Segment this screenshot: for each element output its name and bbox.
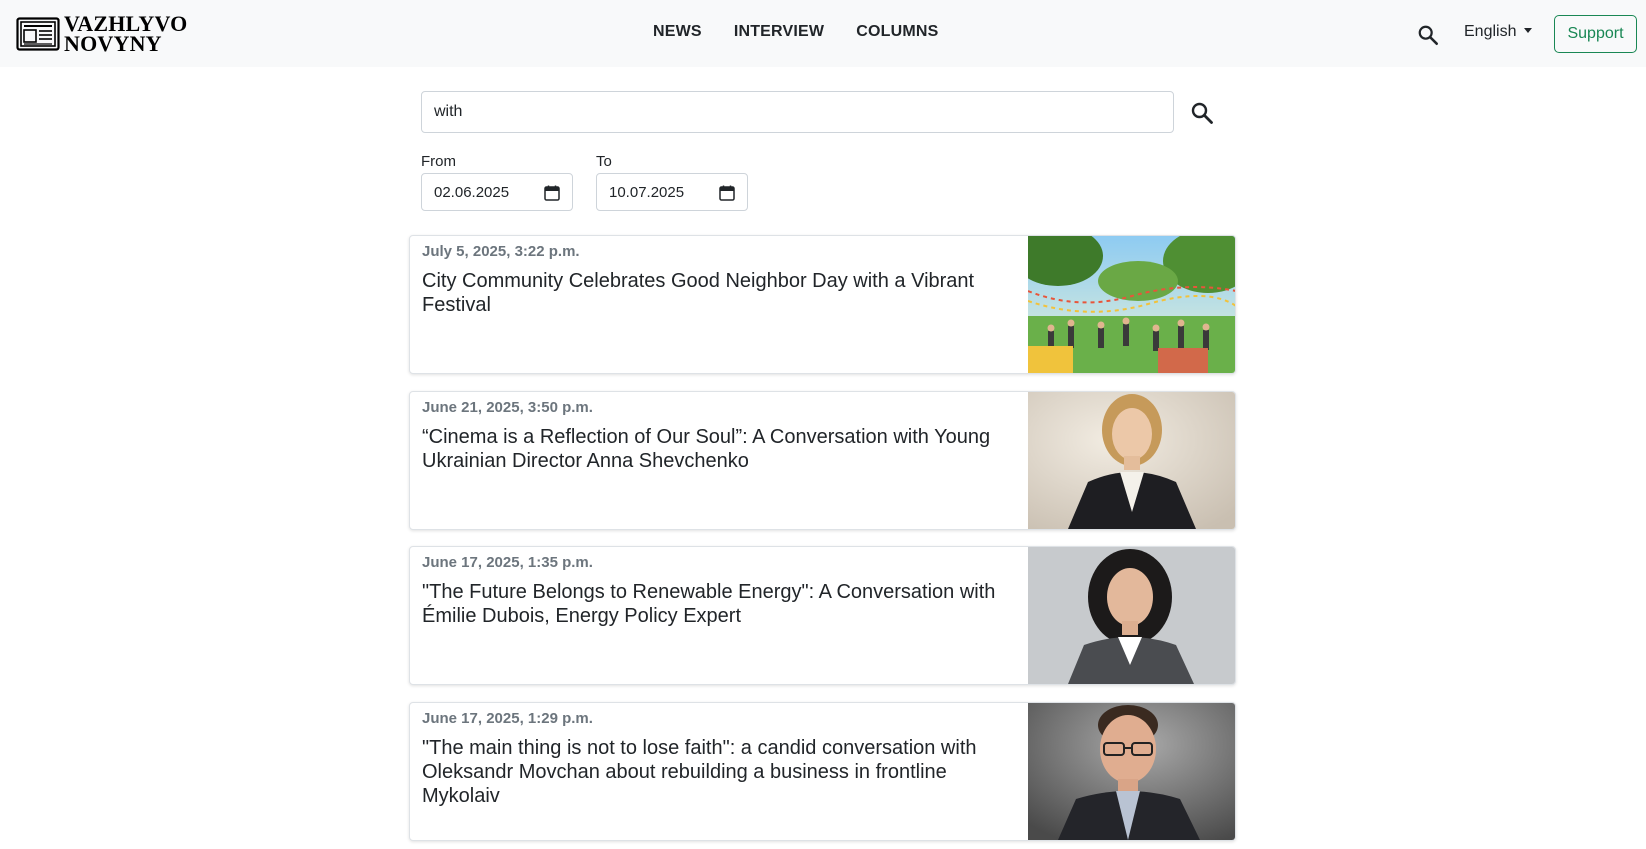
article-title[interactable]: "The main thing is not to lose faith": a… xyxy=(422,736,1012,808)
dark-haired-woman-portrait[interactable] xyxy=(1028,547,1236,684)
nav-news[interactable]: NEWS xyxy=(653,23,702,41)
to-date-value: 10.07.2025 xyxy=(609,183,685,201)
calendar-icon[interactable] xyxy=(544,185,560,201)
article-title[interactable]: “Cinema is a Reflection of Our Soul”: A … xyxy=(422,425,1012,473)
caret-down-icon xyxy=(1524,27,1533,33)
nav-columns[interactable]: COLUMNS xyxy=(856,23,938,41)
calendar-icon[interactable] xyxy=(719,185,735,201)
nav-interview[interactable]: INTERVIEW xyxy=(734,23,824,41)
newspaper-icon xyxy=(16,17,60,51)
to-label: To xyxy=(596,153,612,170)
search-input[interactable] xyxy=(421,91,1174,133)
from-date-value: 02.06.2025 xyxy=(434,183,510,201)
article-card[interactable]: June 17, 2025, 1:29 p.m. "The main thing… xyxy=(409,702,1236,841)
brand-name: VAZHLYVO NOVYNY xyxy=(64,13,187,56)
from-label: From xyxy=(421,153,456,170)
language-label: English xyxy=(1464,23,1517,40)
search-icon[interactable] xyxy=(1417,24,1439,46)
article-title[interactable]: "The Future Belongs to Renewable Energy"… xyxy=(422,580,1012,628)
blonde-woman-portrait[interactable] xyxy=(1028,392,1236,529)
to-date-field[interactable]: 10.07.2025 xyxy=(596,173,748,211)
article-card[interactable]: June 21, 2025, 3:50 p.m. “Cinema is a Re… xyxy=(409,391,1236,530)
top-navbar: VAZHLYVO NOVYNY NEWS INTERVIEW COLUMNS E… xyxy=(0,0,1646,67)
article-card[interactable]: July 5, 2025, 3:22 p.m. City Community C… xyxy=(409,235,1236,374)
search-submit-icon[interactable] xyxy=(1190,101,1214,125)
site-logo[interactable]: VAZHLYVO NOVYNY xyxy=(16,13,187,56)
article-date: June 17, 2025, 1:29 p.m. xyxy=(422,710,593,727)
article-title[interactable]: City Community Celebrates Good Neighbor … xyxy=(422,269,1012,317)
article-card[interactable]: June 17, 2025, 1:35 p.m. "The Future Bel… xyxy=(409,546,1236,685)
man-glasses-portrait[interactable] xyxy=(1028,703,1236,840)
park-festival-photo[interactable] xyxy=(1028,236,1236,373)
from-date-field[interactable]: 02.06.2025 xyxy=(421,173,573,211)
brand-line-2: NOVYNY xyxy=(64,31,162,56)
article-date: June 17, 2025, 1:35 p.m. xyxy=(422,554,593,571)
article-date: June 21, 2025, 3:50 p.m. xyxy=(422,399,593,416)
support-button[interactable]: Support xyxy=(1554,15,1637,53)
main-nav: NEWS INTERVIEW COLUMNS xyxy=(653,23,971,41)
article-date: July 5, 2025, 3:22 p.m. xyxy=(422,243,580,260)
language-dropdown[interactable]: English xyxy=(1464,23,1533,41)
